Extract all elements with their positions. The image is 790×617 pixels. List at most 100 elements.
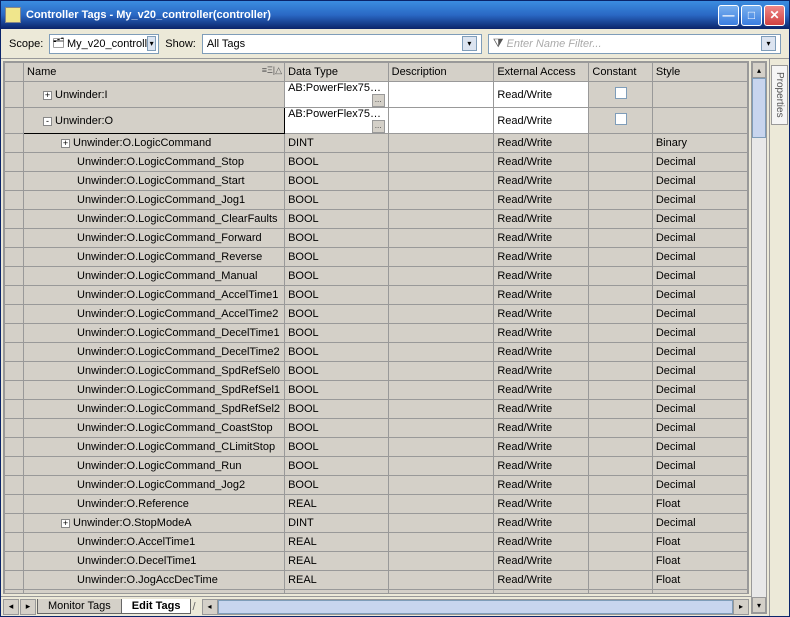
cell-name[interactable]: Unwinder:O.AccelTime1 <box>24 533 285 552</box>
cell-external-access[interactable]: Read/Write <box>494 305 589 324</box>
chevron-down-icon[interactable]: ▾ <box>462 36 477 51</box>
cell-description[interactable] <box>388 210 494 229</box>
cell-style[interactable]: Decimal <box>652 438 747 457</box>
cell-style[interactable]: Decimal <box>652 286 747 305</box>
table-row[interactable]: Unwinder:O.LogicCommand_CLimitStopBOOLRe… <box>5 438 748 457</box>
cell-description[interactable] <box>388 191 494 210</box>
cell-external-access[interactable]: Read/Write <box>494 108 589 134</box>
cell-datatype[interactable]: BOOL <box>285 419 389 438</box>
cell-datatype[interactable]: REAL <box>285 571 389 590</box>
cell-name[interactable]: Unwinder:O.DecelTime1 <box>24 552 285 571</box>
cell-name[interactable]: -Unwinder:O <box>24 108 285 134</box>
cell-name[interactable]: +Unwinder:O.StopModeA <box>24 514 285 533</box>
table-row[interactable]: Unwinder:O.LogicCommand_SpdRefSel2BOOL Re… <box>5 400 748 419</box>
cell-external-access[interactable]: Read/Write <box>494 495 589 514</box>
scroll-right-icon[interactable]: ▸ <box>733 599 749 615</box>
cell-style[interactable]: Decimal <box>652 400 747 419</box>
cell-constant[interactable] <box>589 381 652 400</box>
table-row[interactable]: Unwinder:O.JogSpeed1REALRead/WriteFloat <box>5 590 748 595</box>
col-header-datatype[interactable]: Data Type <box>285 63 389 82</box>
cell-style[interactable]: Decimal <box>652 305 747 324</box>
cell-name[interactable]: Unwinder:O.LogicCommand_CoastStop <box>24 419 285 438</box>
cell-external-access[interactable]: Read/Write <box>494 381 589 400</box>
table-row[interactable]: Unwinder:O.LogicCommand_DecelTime2BOOLRe… <box>5 343 748 362</box>
cell-datatype[interactable]: BOOL <box>285 400 389 419</box>
cell-datatype[interactable]: REAL <box>285 590 389 595</box>
cell-datatype[interactable]: BOOL <box>285 267 389 286</box>
cell-description[interactable] <box>388 153 494 172</box>
col-header-externalaccess[interactable]: External Access <box>494 63 589 82</box>
cell-description[interactable] <box>388 324 494 343</box>
table-row[interactable]: Unwinder:O.LogicCommand_AccelTime2BOOLRe… <box>5 305 748 324</box>
minimize-button[interactable]: ― <box>718 5 739 26</box>
cell-style[interactable]: Decimal <box>652 229 747 248</box>
cell-external-access[interactable]: Read/Write <box>494 476 589 495</box>
cell-external-access[interactable]: Read/Write <box>494 324 589 343</box>
table-row[interactable]: Unwinder:O.LogicCommand_ManualBOOLRead/W… <box>5 267 748 286</box>
cell-external-access[interactable]: Read/Write <box>494 343 589 362</box>
cell-external-access[interactable]: Read/Write <box>494 514 589 533</box>
row-selector[interactable] <box>5 172 24 191</box>
nav-first-icon[interactable]: ◂ <box>3 599 19 615</box>
cell-external-access[interactable]: Read/Write <box>494 134 589 153</box>
cell-datatype[interactable]: REAL <box>285 552 389 571</box>
cell-style[interactable]: Decimal <box>652 457 747 476</box>
table-row[interactable]: Unwinder:O.LogicCommand_DecelTime1BOOL Re… <box>5 324 748 343</box>
cell-datatype[interactable]: BOOL <box>285 381 389 400</box>
cell-style[interactable]: Decimal <box>652 362 747 381</box>
cell-name[interactable]: Unwinder:O.LogicCommand_CLimitStop <box>24 438 285 457</box>
table-row[interactable]: Unwinder:O.LogicCommand_ClearFaultsBOOLR… <box>5 210 748 229</box>
table-row[interactable]: Unwinder:O.LogicCommand_AccelTime1BOOLRe… <box>5 286 748 305</box>
row-selector[interactable] <box>5 514 24 533</box>
cell-name[interactable]: Unwinder:O.LogicCommand_DecelTime1 <box>24 324 285 343</box>
cell-style[interactable]: Decimal <box>652 476 747 495</box>
show-dropdown[interactable]: All Tags ▾ <box>202 34 482 54</box>
cell-datatype[interactable]: BOOL <box>285 172 389 191</box>
row-selector[interactable] <box>5 362 24 381</box>
tab-edit-tags[interactable]: Edit Tags <box>121 599 192 614</box>
cell-external-access[interactable]: Read/Write <box>494 400 589 419</box>
col-header-name[interactable]: Name≡Ξ|△ <box>24 63 285 82</box>
cell-datatype[interactable]: BOOL <box>285 324 389 343</box>
tab-monitor-tags[interactable]: Monitor Tags <box>37 599 122 614</box>
row-selector[interactable] <box>5 495 24 514</box>
cell-style[interactable]: Decimal <box>652 248 747 267</box>
cell-datatype[interactable]: BOOL <box>285 457 389 476</box>
cell-datatype[interactable]: BOOL <box>285 153 389 172</box>
v-scroll-thumb[interactable] <box>752 78 766 138</box>
cell-external-access[interactable]: Read/Write <box>494 210 589 229</box>
cell-datatype[interactable]: REAL <box>285 495 389 514</box>
cell-description[interactable] <box>388 229 494 248</box>
cell-datatype[interactable]: BOOL <box>285 362 389 381</box>
cell-description[interactable] <box>388 172 494 191</box>
maximize-button[interactable]: □ <box>741 5 762 26</box>
cell-style[interactable]: Decimal <box>652 210 747 229</box>
row-selector[interactable] <box>5 533 24 552</box>
cell-datatype[interactable]: AB:PowerFlex755...… <box>285 82 389 108</box>
cell-constant[interactable] <box>589 108 652 134</box>
cell-constant[interactable] <box>589 514 652 533</box>
cell-description[interactable] <box>388 419 494 438</box>
scroll-down-icon[interactable]: ▾ <box>752 597 766 613</box>
cell-name[interactable]: Unwinder:O.LogicCommand_SpdRefSel2 <box>24 400 285 419</box>
vertical-scrollbar[interactable]: ▴ ▾ <box>751 61 767 614</box>
cell-name[interactable]: Unwinder:O.LogicCommand_ClearFaults <box>24 210 285 229</box>
table-row[interactable]: Unwinder:O.LogicCommand_SpdRefSel1BOOLRe… <box>5 381 748 400</box>
cell-name[interactable]: Unwinder:O.LogicCommand_Stop <box>24 153 285 172</box>
col-header-description[interactable]: Description <box>388 63 494 82</box>
cell-style[interactable]: Float <box>652 590 747 595</box>
table-row[interactable]: Unwinder:O.LogicCommand_StopBOOL Read/Wri… <box>5 153 748 172</box>
row-selector[interactable] <box>5 191 24 210</box>
constant-checkbox[interactable] <box>615 87 627 99</box>
cell-description[interactable] <box>388 381 494 400</box>
cell-datatype[interactable]: BOOL <box>285 191 389 210</box>
cell-constant[interactable] <box>589 476 652 495</box>
horizontal-scrollbar[interactable]: ◂ ▸ <box>202 599 749 615</box>
row-selector[interactable] <box>5 210 24 229</box>
row-selector[interactable] <box>5 571 24 590</box>
cell-name[interactable]: Unwinder:O.LogicCommand_Run <box>24 457 285 476</box>
cell-description[interactable] <box>388 286 494 305</box>
cell-description[interactable] <box>388 571 494 590</box>
row-selector[interactable] <box>5 381 24 400</box>
cell-external-access[interactable]: Read/Write <box>494 153 589 172</box>
